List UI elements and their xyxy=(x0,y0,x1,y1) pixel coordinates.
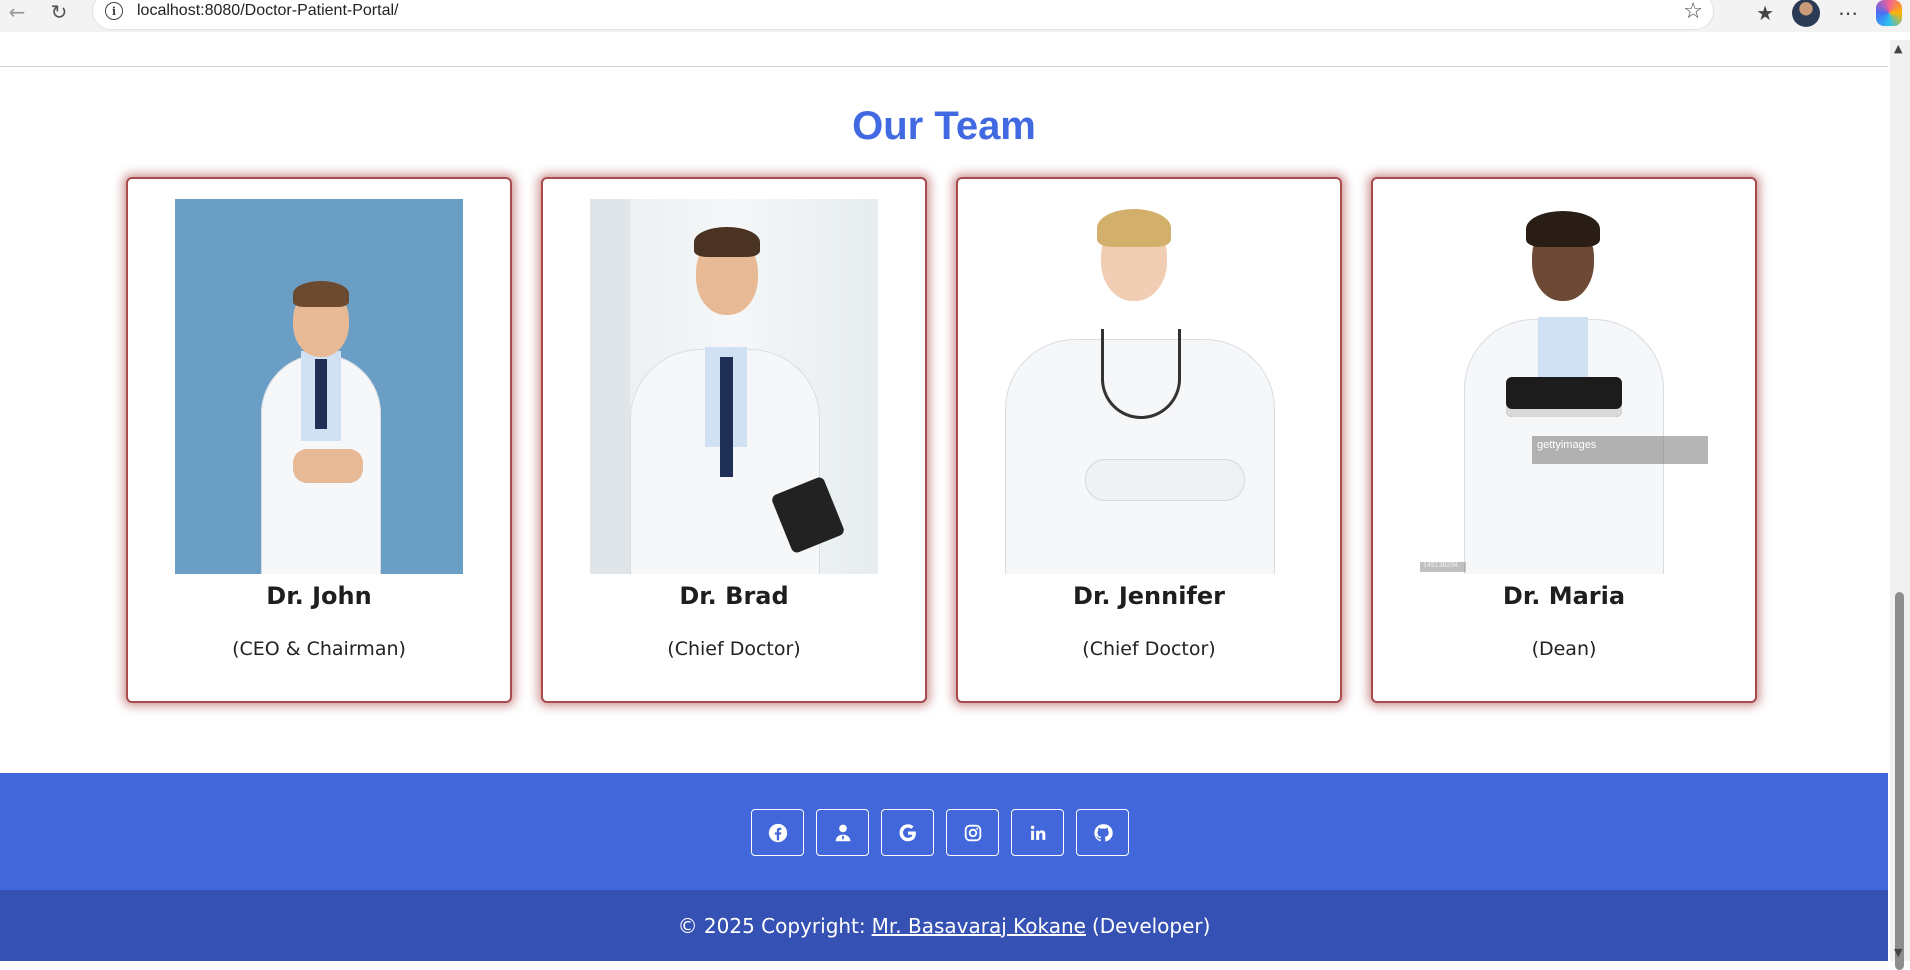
browser-toolbar: ← ↻ i localhost:8080/Doctor-Patient-Port… xyxy=(0,0,1910,32)
linkedin-icon xyxy=(1030,825,1045,840)
copilot-icon[interactable] xyxy=(1876,0,1902,26)
scroll-thumb[interactable] xyxy=(1895,592,1904,970)
browser-actions: ★ ⋯ xyxy=(1756,0,1910,27)
copyright-prefix: © 2025 Copyright: xyxy=(677,913,866,938)
member-name: Dr. Jennifer xyxy=(1073,582,1225,610)
team-card-john: Dr. John (CEO & Chairman) xyxy=(126,177,512,703)
favorite-star-icon[interactable]: ☆ xyxy=(1683,0,1703,24)
more-options-icon[interactable]: ⋯ xyxy=(1838,1,1858,25)
url-text[interactable]: localhost:8080/Doctor-Patient-Portal/ xyxy=(137,2,398,20)
linkedin-button[interactable] xyxy=(1011,809,1064,856)
address-bar[interactable]: i localhost:8080/Doctor-Patient-Portal/ … xyxy=(92,0,1714,30)
team-card-maria: gettyimages 149138234 Dr. Maria (Dean) xyxy=(1371,177,1757,703)
member-role: (Chief Doctor) xyxy=(1082,638,1216,660)
facebook-button[interactable] xyxy=(751,809,804,856)
copyright-suffix: (Developer) xyxy=(1091,913,1211,938)
footer-social-section xyxy=(0,773,1888,890)
social-links xyxy=(751,809,1129,856)
doctor-photo-brad xyxy=(590,199,878,574)
doctor-photo-john xyxy=(175,199,463,574)
scroll-up-arrow-icon[interactable]: ▲ xyxy=(1894,42,1902,55)
instagram-icon xyxy=(964,824,981,841)
member-name: Dr. John xyxy=(266,582,372,610)
scroll-down-arrow-icon[interactable]: ▼ xyxy=(1894,946,1902,959)
github-icon xyxy=(1093,823,1113,841)
team-card-jennifer: Dr. Jennifer (Chief Doctor) xyxy=(956,177,1342,703)
user-icon xyxy=(835,824,850,841)
facebook-icon xyxy=(768,823,787,842)
member-name: Dr. Maria xyxy=(1502,582,1626,610)
user-profile-button[interactable] xyxy=(816,809,869,856)
team-section-title: Our Team xyxy=(852,104,1036,148)
doctor-photo-maria: gettyimages 149138234 xyxy=(1420,199,1708,574)
stock-watermark: gettyimages xyxy=(1532,436,1708,464)
github-button[interactable] xyxy=(1076,809,1129,856)
google-icon xyxy=(898,823,916,841)
member-role: (Chief Doctor) xyxy=(667,638,801,660)
favorites-list-icon[interactable]: ★ xyxy=(1756,1,1774,25)
stock-image-id: 149138234 xyxy=(1420,562,1466,572)
page-scrollbar[interactable]: ▲ ▼ xyxy=(1890,40,1910,970)
member-role: (Dean) xyxy=(1531,638,1597,660)
developer-link[interactable]: Mr. Basavaraj Kokane xyxy=(872,914,1086,938)
instagram-button[interactable] xyxy=(946,809,999,856)
reload-icon[interactable]: ↻ xyxy=(44,0,74,24)
back-arrow-icon[interactable]: ← xyxy=(2,0,32,24)
google-button[interactable] xyxy=(881,809,934,856)
member-role: (CEO & Chairman) xyxy=(232,638,406,660)
info-icon[interactable]: i xyxy=(105,2,123,20)
footer-copyright: © 2025 Copyright: Mr. Basavaraj Kokane (… xyxy=(0,890,1888,961)
doctor-photo-jennifer xyxy=(1005,199,1293,574)
member-name: Dr. Brad xyxy=(679,582,789,610)
header-divider xyxy=(0,66,1888,67)
profile-avatar[interactable] xyxy=(1792,0,1820,27)
team-card-brad: Dr. Brad (Chief Doctor) xyxy=(541,177,927,703)
